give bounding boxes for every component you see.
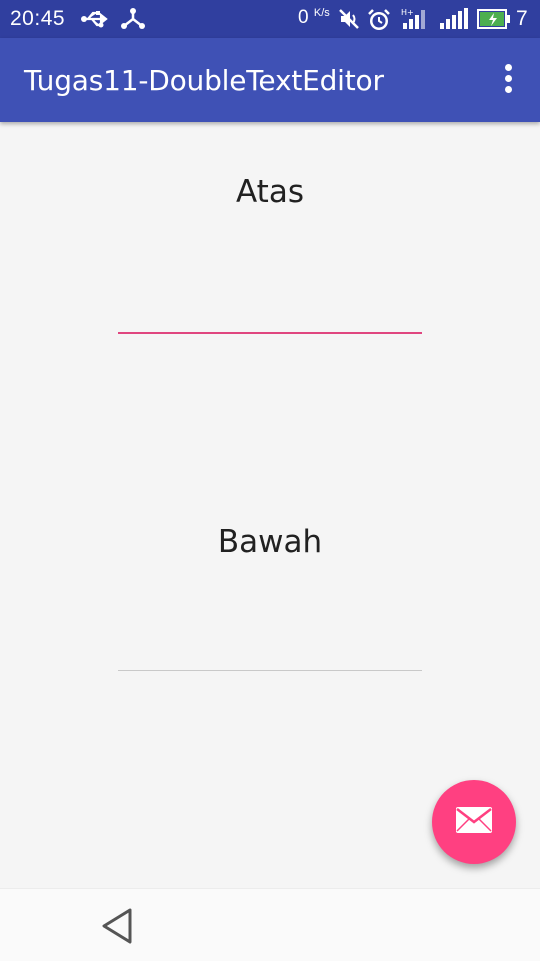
signal-icon [440,8,468,35]
more-vert-icon[interactable] [494,60,522,100]
share-icon [120,8,146,35]
back-icon[interactable] [100,907,134,950]
mute-icon [338,8,360,35]
battery-icon [477,9,511,34]
svg-text:H+: H+ [401,8,414,17]
status-time: 20:45 [10,7,66,30]
net-speed-unit: K/s [313,7,330,19]
usb-icon [80,9,110,34]
net-speed: 0 K/s [298,7,330,29]
top-input[interactable] [118,294,422,334]
signal-h-icon: H+ [401,7,431,36]
battery-level: 7 [516,7,528,30]
nav-bar [0,888,540,961]
bottom-label: Bawah [217,524,323,560]
send-mail-button[interactable] [432,780,516,864]
bottom-input[interactable] [118,632,422,671]
status-bar: 20:45 0 K/s H+ 7 [0,0,540,38]
app-title: Tugas11-DoubleTextEditor [24,64,384,97]
mail-icon [455,806,493,839]
app-bar: Tugas11-DoubleTextEditor [0,38,540,122]
alarm-icon [367,8,391,37]
top-label: Atas [236,174,304,210]
net-speed-value: 0 [298,7,309,28]
